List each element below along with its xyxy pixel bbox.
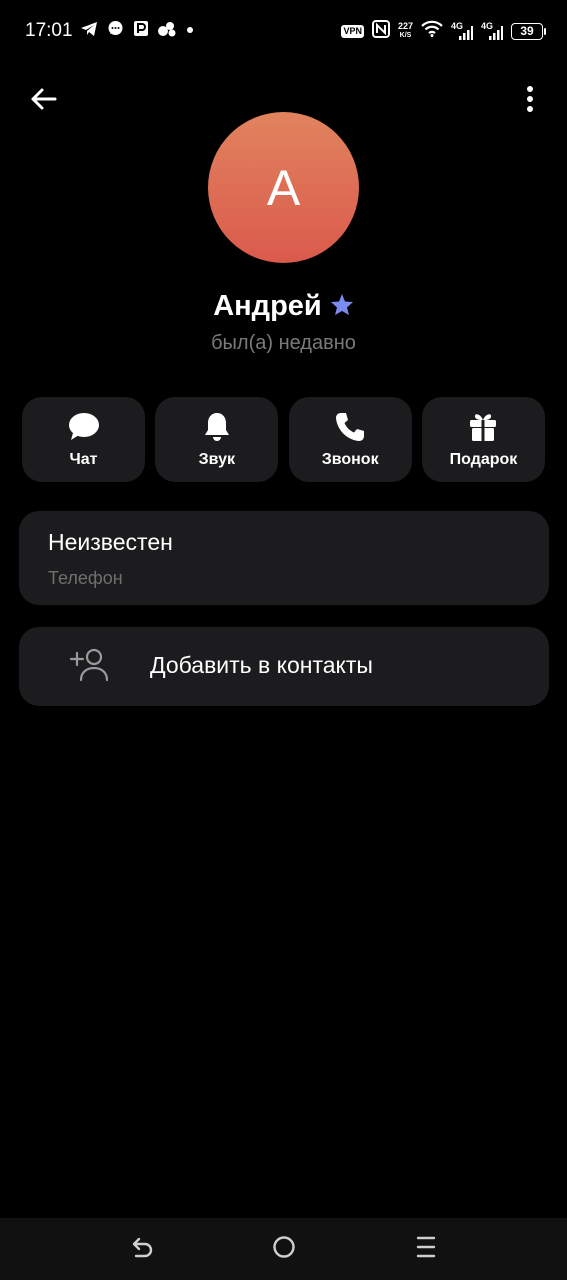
network-speed: 227 K/S xyxy=(398,22,413,40)
gift-icon xyxy=(467,411,499,443)
back-button[interactable] xyxy=(24,82,62,120)
nav-home-button[interactable] xyxy=(267,1232,301,1266)
phone-label: Телефон xyxy=(48,568,123,588)
more-vertical-icon xyxy=(526,85,534,118)
speed-value: 227 xyxy=(397,21,413,31)
wifi-icon xyxy=(421,20,443,42)
name-row: Андрей xyxy=(0,290,567,323)
telegram-icon xyxy=(80,21,98,42)
nfc-icon xyxy=(371,19,390,43)
add-to-contacts-label: Добавить в контакты xyxy=(150,652,373,678)
chat-bubble-icon xyxy=(107,20,124,42)
back-nav-icon xyxy=(130,1235,154,1264)
home-nav-icon xyxy=(272,1235,296,1264)
status-time: 17:01 xyxy=(25,20,73,41)
arrow-left-icon xyxy=(29,87,57,116)
system-nav-bar xyxy=(0,1218,567,1280)
signal-4g-2: 4G xyxy=(481,21,503,41)
sound-button[interactable]: Звук xyxy=(155,397,279,482)
chat-icon xyxy=(68,411,100,443)
chat-label: Чат xyxy=(69,450,98,468)
signal-4g-1: 4G xyxy=(451,21,473,41)
social-icon xyxy=(158,21,176,42)
parking-icon xyxy=(133,20,149,42)
notification-icons xyxy=(80,20,195,42)
add-person-icon xyxy=(69,647,109,683)
call-label: Звонок xyxy=(321,450,379,468)
vpn-badge: VPN xyxy=(341,24,364,38)
phone-info-card[interactable]: Неизвестен Телефон xyxy=(19,511,549,605)
status-right-icons: VPN 227 K/S 4G 4G 39 xyxy=(341,18,546,44)
sound-label: Звук xyxy=(198,450,236,468)
action-buttons: Чат Звук Звонок Подарок xyxy=(22,397,545,482)
dot-icon xyxy=(185,22,195,40)
battery-indicator: 39 xyxy=(511,22,546,40)
contact-profile-screen: 17:01 VPN 227 K/S 4G 4G 39 А Андрей был(… xyxy=(0,0,567,1280)
status-bar: 17:01 VPN 227 K/S 4G 4G 39 xyxy=(0,0,567,62)
phone-icon xyxy=(334,411,366,443)
more-options-button[interactable] xyxy=(512,82,548,120)
speed-unit: K/S xyxy=(399,32,412,39)
bell-icon xyxy=(201,411,233,443)
nav-recents-button[interactable] xyxy=(409,1232,443,1266)
last-seen-status: был(а) недавно xyxy=(211,332,356,354)
avatar[interactable]: А xyxy=(208,112,359,263)
add-to-contacts-button[interactable]: Добавить в контакты xyxy=(19,627,549,706)
gift-label: Подарок xyxy=(449,450,518,468)
chat-button[interactable]: Чат xyxy=(22,397,145,482)
call-button[interactable]: Звонок xyxy=(288,397,412,482)
contact-name: Андрей xyxy=(213,290,322,322)
star-icon[interactable] xyxy=(330,293,354,321)
gift-button[interactable]: Подарок xyxy=(421,397,545,482)
nav-back-button[interactable] xyxy=(125,1232,159,1266)
recents-nav-icon xyxy=(415,1235,437,1264)
avatar-letter: А xyxy=(266,159,301,216)
phone-value: Неизвестен xyxy=(48,529,173,555)
